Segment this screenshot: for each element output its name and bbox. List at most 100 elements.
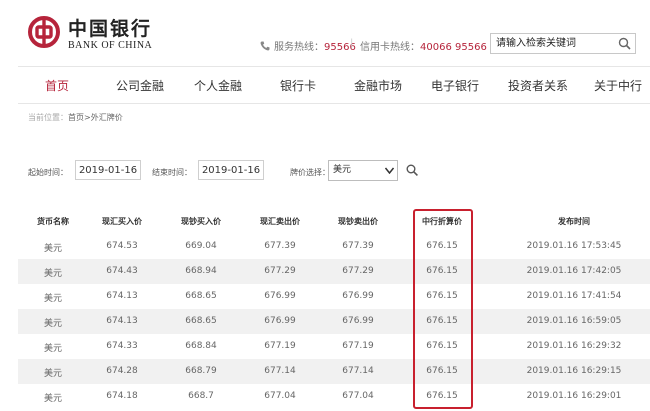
column-header: 中行折算价 [422, 217, 462, 226]
rate-cell: 676.99 [264, 291, 296, 301]
service-hotline-label: 服务热线： [274, 42, 324, 53]
nav-item-about[interactable]: 关于中行 [594, 77, 642, 94]
rate-cell: 677.29 [264, 266, 296, 276]
start-date-label: 起始时间： [28, 168, 68, 177]
column-header: 现汇买入价 [102, 217, 142, 226]
nav-item-cards[interactable]: 银行卡 [280, 77, 316, 94]
column-header: 发布时间 [558, 217, 590, 226]
rate-cell: 674.18 [106, 391, 138, 401]
conversion-rate-cell: 676.15 [426, 266, 458, 276]
rate-cell: 669.04 [185, 241, 217, 251]
logo-name-cn: 中国银行 [68, 18, 153, 40]
breadcrumb: 当前位置：首页>外汇牌价 [28, 112, 123, 123]
site-search [490, 33, 636, 54]
currency-cell: 美元 [43, 269, 63, 279]
rate-cell: 676.99 [264, 316, 296, 326]
search-icon[interactable] [618, 37, 631, 50]
rate-cell: 674.13 [106, 291, 138, 301]
search-input[interactable] [491, 34, 611, 53]
currency-cell: 美元 [43, 244, 63, 254]
rate-cell: 677.39 [342, 241, 374, 251]
currency-cell: 美元 [43, 319, 63, 329]
publish-time-cell: 2019.01.16 16:59:05 [526, 316, 622, 326]
end-date-input[interactable] [198, 160, 264, 180]
publish-time-cell: 2019.01.16 16:29:01 [526, 391, 622, 401]
column-header: 货币名称 [37, 217, 69, 226]
conversion-rate-cell: 676.15 [426, 241, 458, 251]
currency-cell: 美元 [43, 294, 63, 304]
nav-item-investors[interactable]: 投资者关系 [508, 77, 568, 94]
conversion-rate-cell: 676.15 [426, 341, 458, 351]
main-nav: 首页 公司金融 个人金融 银行卡 金融市场 电子银行 投资者关系 关于中行 [18, 66, 650, 104]
conversion-rate-cell: 676.15 [426, 391, 458, 401]
boc-logo-icon [28, 16, 60, 48]
rate-cell: 677.39 [264, 241, 296, 251]
conversion-rate-cell: 676.15 [426, 291, 458, 301]
rate-cell: 677.19 [342, 341, 374, 351]
table-row: 美元 674.53 669.04 677.39 677.39 676.15 20… [18, 234, 650, 259]
currency-select[interactable]: 美元 [328, 160, 398, 181]
currency-cell: 美元 [43, 369, 63, 379]
publish-time-cell: 2019.01.16 17:41:54 [526, 291, 622, 301]
publish-time-cell: 2019.01.16 17:53:45 [526, 241, 622, 251]
card-hotline: 信用卡热线：40066 95566 [360, 38, 487, 53]
service-hotline: 服务热线：95566 [260, 38, 356, 53]
conversion-rate-cell: 676.15 [426, 366, 458, 376]
hotline-divider: | [350, 38, 354, 49]
bank-logo[interactable]: 中国银行 BANK OF CHINA [28, 14, 168, 54]
rate-cell: 677.14 [342, 366, 374, 376]
rate-cell: 674.53 [106, 241, 138, 251]
rate-cell: 668.94 [185, 266, 217, 276]
currency-label: 牌价选择： [290, 168, 330, 177]
table-header: 货币名称 现汇买入价 现钞买入价 现汇卖出价 现钞卖出价 中行折算价 发布时间 [18, 208, 650, 234]
nav-item-markets[interactable]: 金融市场 [354, 77, 402, 94]
rate-cell: 668.65 [185, 316, 217, 326]
rate-cell: 677.14 [264, 366, 296, 376]
publish-time-cell: 2019.01.16 16:29:15 [526, 366, 622, 376]
breadcrumb-prefix: 当前位置： [28, 113, 68, 122]
rate-cell: 674.13 [106, 316, 138, 326]
nav-item-home[interactable]: 首页 [45, 77, 69, 94]
currency-selected-value: 美元 [333, 165, 352, 175]
currency-cell: 美元 [43, 394, 63, 404]
table-row: 美元 674.28 668.79 677.14 677.14 676.15 20… [18, 359, 650, 384]
rate-cell: 668.7 [188, 391, 214, 401]
phone-icon [260, 41, 270, 51]
table-row: 美元 674.18 668.7 677.04 677.04 676.15 201… [18, 384, 650, 409]
rate-cell: 668.84 [185, 341, 217, 351]
chevron-down-icon [385, 167, 394, 174]
table-row: 美元 674.33 668.84 677.19 677.19 676.15 20… [18, 334, 650, 359]
table-row: 美元 674.43 668.94 677.29 677.29 676.15 20… [18, 259, 650, 284]
rate-cell: 677.19 [264, 341, 296, 351]
table-row: 美元 674.13 668.65 676.99 676.99 676.15 20… [18, 309, 650, 334]
column-header: 现钞买入价 [181, 217, 221, 226]
currency-cell: 美元 [43, 344, 63, 354]
site-header: 中国银行 BANK OF CHINA 服务热线：95566 | 信用卡热线：40… [0, 0, 650, 66]
table-row: 美元 674.13 668.65 676.99 676.99 676.15 20… [18, 284, 650, 309]
logo-name-en: BANK OF CHINA [68, 40, 153, 51]
rate-cell: 668.65 [185, 291, 217, 301]
column-header: 现汇卖出价 [260, 217, 300, 226]
conversion-rate-cell: 676.15 [426, 316, 458, 326]
column-header: 现钞卖出价 [338, 217, 378, 226]
nav-item-corporate[interactable]: 公司金融 [116, 77, 164, 94]
rate-cell: 676.99 [342, 316, 374, 326]
nav-item-ebanking[interactable]: 电子银行 [431, 77, 479, 94]
rate-cell: 674.33 [106, 341, 138, 351]
rate-cell: 674.43 [106, 266, 138, 276]
breadcrumb-path[interactable]: 首页>外汇牌价 [68, 113, 123, 122]
rate-cell: 677.04 [342, 391, 374, 401]
publish-time-cell: 2019.01.16 17:42:05 [526, 266, 622, 276]
card-hotline-label: 信用卡热线： [360, 42, 420, 53]
card-hotline-number: 40066 95566 [420, 42, 487, 53]
rate-cell: 677.29 [342, 266, 374, 276]
rate-cell: 668.79 [185, 366, 217, 376]
rate-cell: 677.04 [264, 391, 296, 401]
nav-item-personal[interactable]: 个人金融 [194, 77, 242, 94]
start-date-input[interactable] [75, 160, 141, 180]
end-date-label: 结束时间： [152, 168, 192, 177]
rate-cell: 676.99 [342, 291, 374, 301]
rate-cell: 674.28 [106, 366, 138, 376]
publish-time-cell: 2019.01.16 16:29:32 [526, 341, 622, 351]
search-icon[interactable] [406, 164, 418, 176]
